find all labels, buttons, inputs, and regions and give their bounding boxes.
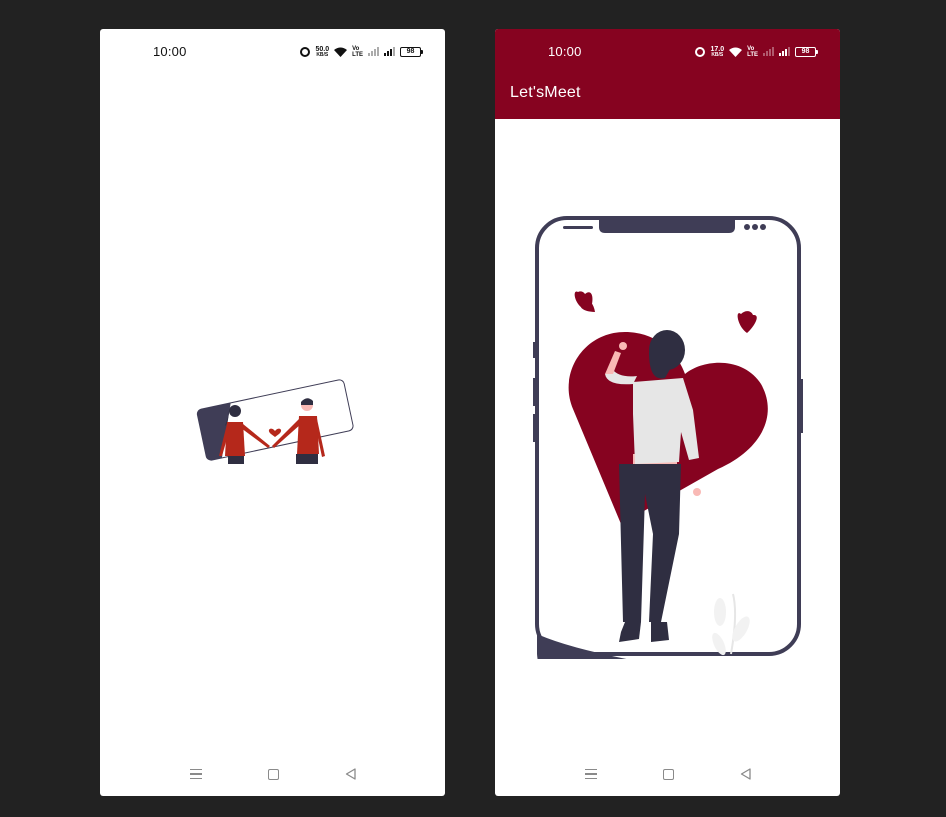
app-title: Let'sMeet	[510, 84, 581, 101]
back-icon[interactable]	[345, 768, 356, 780]
menu-icon[interactable]	[584, 769, 597, 779]
volte-icon: Vo LTE	[352, 46, 363, 58]
volte-bottom: LTE	[352, 51, 363, 58]
nav-bar	[495, 752, 840, 796]
main-screen: Let'sMeet 10:00 17.0 KB/S Vo LTE 98	[495, 29, 840, 796]
status-bar: 10:00 17.0 KB/S Vo LTE 98	[495, 29, 840, 74]
signal-icon-sim2	[763, 47, 774, 56]
network-speed: 50.0 KB/S	[315, 46, 329, 58]
alarm-icon	[300, 46, 311, 57]
signal-icon-sim1	[779, 47, 790, 56]
home-icon[interactable]	[662, 768, 674, 780]
volte-icon: Vo LTE	[747, 46, 758, 58]
volte-bottom: LTE	[747, 51, 758, 58]
status-bar: 10:00 50.0 KB/S Vo LTE 98	[100, 29, 445, 74]
home-icon[interactable]	[267, 768, 279, 780]
network-speed: 17.0 KB/S	[710, 46, 724, 58]
splash-screen: 10:00 50.0 KB/S Vo LTE 98	[100, 29, 445, 796]
network-speed-unit: KB/S	[711, 51, 724, 58]
signal-icon-sim2	[368, 47, 379, 56]
status-icons: 17.0 KB/S Vo LTE 98	[695, 46, 818, 58]
wifi-icon	[729, 47, 743, 57]
menu-icon[interactable]	[189, 769, 202, 779]
status-icons: 50.0 KB/S Vo LTE 98	[300, 46, 423, 58]
network-speed-unit: KB/S	[316, 51, 329, 58]
signal-icon-sim1	[384, 47, 395, 56]
back-icon[interactable]	[740, 768, 751, 780]
nav-bar	[100, 752, 445, 796]
status-time: 10:00	[153, 44, 187, 59]
wifi-icon	[334, 47, 348, 57]
battery-icon: 98	[400, 46, 423, 57]
battery-icon: 98	[795, 46, 818, 57]
woman-with-heart-in-phone-illustration	[533, 216, 803, 659]
alarm-icon	[695, 46, 706, 57]
couple-holding-hands-illustration	[196, 379, 354, 464]
status-time: 10:00	[548, 44, 582, 59]
